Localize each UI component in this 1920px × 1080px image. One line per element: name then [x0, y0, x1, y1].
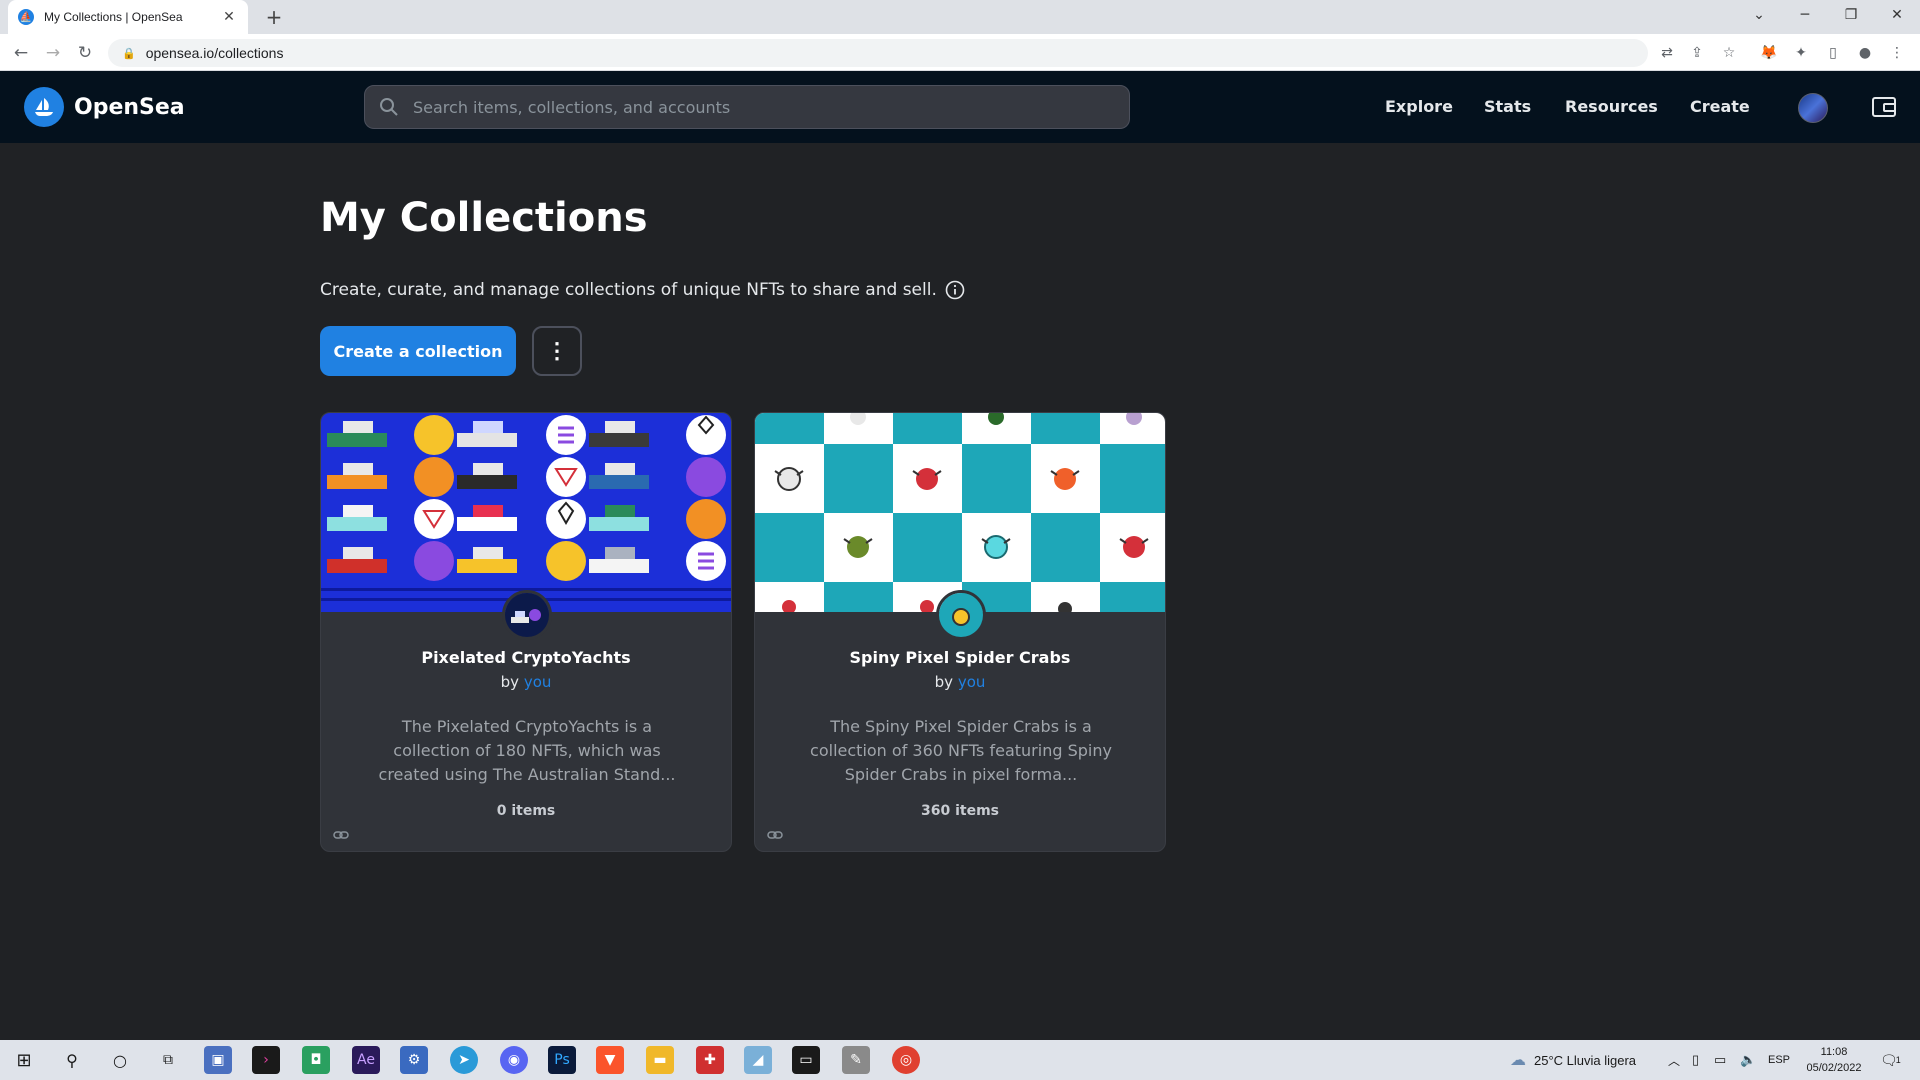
close-tab-icon[interactable]: ✕	[220, 9, 238, 25]
brand-name: OpenSea	[74, 94, 185, 120]
weather-text: 25°C Lluvia ligera	[1534, 1052, 1637, 1068]
page-title: My Collections	[320, 195, 648, 241]
collection-banner	[321, 413, 731, 612]
nav-stats[interactable]: Stats	[1484, 97, 1531, 116]
search-input[interactable]	[413, 97, 1113, 117]
back-arrow-icon[interactable]: ←	[8, 40, 34, 66]
link-icon[interactable]	[767, 827, 783, 843]
opensea-logo-icon	[24, 87, 64, 127]
by-label: by	[934, 673, 954, 691]
tab-search-icon[interactable]: ⌄	[1736, 0, 1782, 34]
app-icon-3[interactable]: ◘	[302, 1046, 330, 1074]
bookmark-star-icon[interactable]: ☆	[1718, 42, 1740, 64]
browser-tab[interactable]: ⛵ My Collections | OpenSea ✕	[8, 0, 248, 34]
collection-card-spider-crabs[interactable]: Spiny Pixel Spider Crabs by you The Spin…	[754, 412, 1166, 852]
file-explorer-icon[interactable]: ▬	[646, 1046, 674, 1074]
restore-button[interactable]: ❐	[1828, 0, 1874, 34]
search-taskbar-icon[interactable]: ⚲	[58, 1046, 86, 1074]
wallet-icon[interactable]	[1870, 93, 1898, 121]
url-text: opensea.io/collections	[145, 45, 284, 61]
weather-widget[interactable]: ☁ 25°C Lluvia ligera	[1510, 1040, 1636, 1080]
profile-avatar-icon[interactable]: ●	[1854, 42, 1876, 64]
nav-resources[interactable]: Resources	[1565, 97, 1658, 116]
collection-avatar	[936, 590, 986, 640]
tray-chevron-icon[interactable]: ︿	[1668, 1040, 1680, 1080]
collection-item-count: 360 items	[920, 803, 999, 819]
collection-owner: by you	[321, 673, 731, 691]
user-avatar[interactable]	[1798, 93, 1828, 123]
owner-link[interactable]: you	[524, 673, 552, 691]
extensions-puzzle-icon[interactable]: ✦	[1790, 42, 1812, 64]
link-icon[interactable]	[333, 827, 349, 843]
create-collection-button[interactable]: Create a collection	[320, 326, 516, 376]
app-icon-11[interactable]: ✚	[696, 1046, 724, 1074]
lock-icon: 🔒	[122, 46, 136, 60]
collection-owner: by you	[755, 673, 1165, 691]
cloud-rain-icon: ☁	[1510, 1052, 1526, 1069]
new-tab-button[interactable]: +	[260, 4, 288, 30]
yachts-banner-image	[321, 413, 731, 612]
close-window-button[interactable]: ✕	[1874, 0, 1920, 34]
metamask-icon[interactable]: 🦊	[1758, 42, 1780, 64]
chrome-icon[interactable]: ◎	[892, 1046, 920, 1074]
collection-name[interactable]: Pixelated CryptoYachts	[321, 648, 731, 667]
collection-name[interactable]: Spiny Pixel Spider Crabs	[755, 648, 1165, 667]
nav-explore[interactable]: Explore	[1385, 97, 1453, 116]
collection-description: The Pixelated CryptoYachts is a collecti…	[378, 717, 676, 784]
clock-time: 11:08	[1820, 1046, 1848, 1058]
app-icon-5[interactable]: ⚙	[400, 1046, 428, 1074]
brave-browser-icon[interactable]: ▼	[596, 1046, 624, 1074]
windows-start-icon[interactable]: ⊞	[10, 1046, 38, 1074]
share-icon[interactable]: ⇪	[1686, 42, 1708, 64]
collection-item-count: 0 items	[496, 803, 556, 819]
minimize-button[interactable]: ─	[1782, 0, 1828, 34]
reload-icon[interactable]: ↻	[72, 40, 98, 66]
browser-menu-icon[interactable]: ⋮	[1886, 42, 1908, 64]
app-icon-12[interactable]: ◢	[744, 1046, 772, 1074]
subtitle-text: Create, curate, and manage collections o…	[320, 280, 937, 300]
info-icon[interactable]	[945, 280, 965, 300]
opensea-logo[interactable]: OpenSea	[24, 87, 185, 127]
console-icon[interactable]: ▭	[792, 1046, 820, 1074]
after-effects-icon[interactable]: Ae	[352, 1046, 380, 1074]
browser-toolbar: ← → ↻ 🔒 opensea.io/collections ⇄ ⇪ ☆ 🦊 ✦…	[0, 34, 1920, 71]
collection-avatar	[502, 590, 552, 640]
forward-arrow-icon[interactable]: →	[40, 40, 66, 66]
taskbar-clock[interactable]: 11:08 05/02/2022	[1800, 1044, 1868, 1076]
address-bar[interactable]: 🔒 opensea.io/collections	[108, 39, 1648, 67]
collection-description: The Spiny Pixel Spider Crabs is a collec…	[810, 717, 1112, 784]
clock-date: 05/02/2022	[1806, 1062, 1862, 1074]
tray-devices-icon[interactable]: ▯	[1692, 1040, 1699, 1080]
collection-banner	[755, 413, 1165, 612]
search-icon	[380, 98, 398, 116]
notification-count: 1	[1895, 1055, 1901, 1065]
nav-create[interactable]: Create	[1690, 97, 1750, 116]
notifications-icon[interactable]: 🗨 1	[1880, 1040, 1901, 1080]
telegram-icon[interactable]: ➤	[450, 1046, 478, 1074]
site-header: OpenSea Explore Stats Resources Create	[0, 71, 1920, 143]
collection-card-cryptoyachts[interactable]: Pixelated CryptoYachts by you The Pixela…	[320, 412, 732, 852]
by-label: by	[500, 673, 520, 691]
owner-link[interactable]: you	[958, 673, 986, 691]
search-bar[interactable]	[364, 85, 1130, 129]
app-icon-14[interactable]: ✎	[842, 1046, 870, 1074]
page-subtitle: Create, curate, and manage collections o…	[320, 280, 965, 300]
language-indicator[interactable]: ESP	[1768, 1040, 1790, 1080]
terminal-app-icon[interactable]: ›	[252, 1046, 280, 1074]
network-icon[interactable]: ▭	[1714, 1040, 1726, 1080]
task-view-icon[interactable]: ⧉	[154, 1046, 182, 1074]
crabs-banner-image	[755, 413, 1165, 612]
opensea-favicon-icon: ⛵	[18, 9, 34, 25]
photoshop-icon[interactable]: Ps	[548, 1046, 576, 1074]
discord-icon[interactable]: ◉	[500, 1046, 528, 1074]
more-options-button[interactable]: ⋮	[532, 326, 582, 376]
translate-icon[interactable]: ⇄	[1656, 42, 1678, 64]
main-content: My Collections Create, curate, and manag…	[0, 143, 1920, 1043]
browser-tabbar: ⛵ My Collections | OpenSea ✕ + ⌄ ─ ❐ ✕	[0, 0, 1920, 34]
tab-title: My Collections | OpenSea	[44, 10, 183, 24]
side-panel-icon[interactable]: ▯	[1822, 42, 1844, 64]
app-icon-1[interactable]: ▣	[204, 1046, 232, 1074]
volume-icon[interactable]: 🔈	[1740, 1040, 1756, 1080]
cortana-icon[interactable]: ○	[106, 1046, 134, 1074]
